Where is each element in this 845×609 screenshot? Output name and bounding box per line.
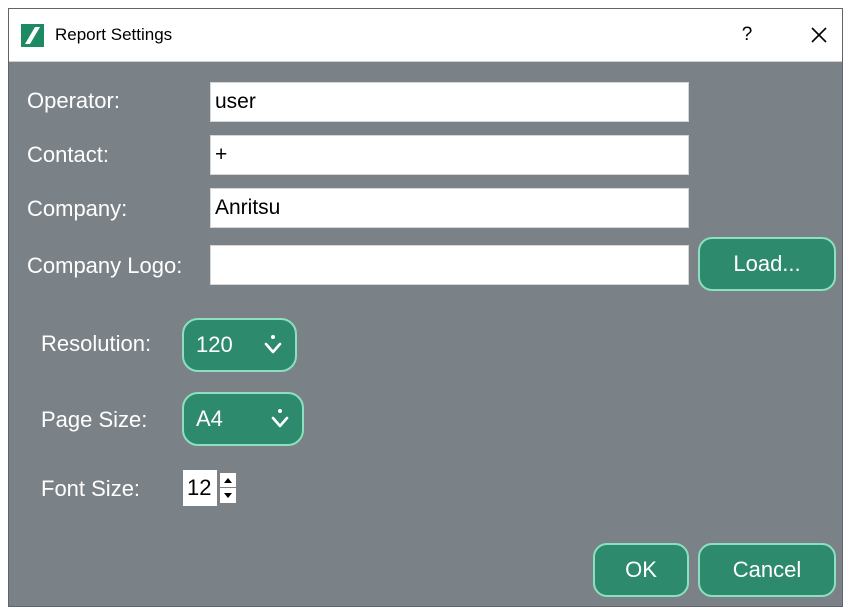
spin-down-button[interactable] (220, 488, 236, 503)
page-size-combo[interactable]: A4 (182, 392, 304, 446)
ok-button[interactable]: OK (593, 543, 689, 597)
chevron-down-icon (271, 409, 289, 428)
help-button[interactable]: ? (735, 21, 759, 49)
operator-input[interactable] (210, 82, 689, 122)
company-logo-label: Company Logo: (27, 253, 183, 278)
contact-input[interactable] (210, 135, 689, 175)
load-button[interactable]: Load... (698, 237, 836, 291)
close-icon[interactable] (805, 21, 833, 49)
font-size-label: Font Size: (41, 476, 141, 501)
company-input[interactable] (210, 188, 689, 228)
font-size-value[interactable]: 12 (183, 470, 217, 506)
arrow-up-icon (224, 477, 232, 483)
resolution-value: 120 (196, 332, 233, 357)
cancel-button[interactable]: Cancel (698, 543, 836, 597)
company-label: Company: (27, 196, 128, 221)
resolution-combo[interactable]: 120 (182, 318, 297, 372)
font-size-spinner[interactable] (219, 472, 237, 504)
contact-label: Contact: (27, 142, 109, 167)
title-bar[interactable]: Report Settings ? (9, 9, 842, 62)
window-title: Report Settings (55, 25, 173, 44)
spin-up-button[interactable] (220, 473, 236, 488)
page-size-value: A4 (196, 406, 223, 431)
resolution-label: Resolution: (41, 331, 152, 356)
chevron-down-icon (264, 335, 282, 354)
page-size-label: Page Size: (41, 407, 148, 432)
report-settings-dialog: Report Settings ? Operator: Contact: Com… (8, 8, 843, 607)
company-logo-input[interactable] (210, 245, 689, 285)
operator-label: Operator: (27, 88, 120, 113)
anritsu-logo-icon (21, 24, 44, 47)
arrow-down-icon (224, 493, 232, 498)
